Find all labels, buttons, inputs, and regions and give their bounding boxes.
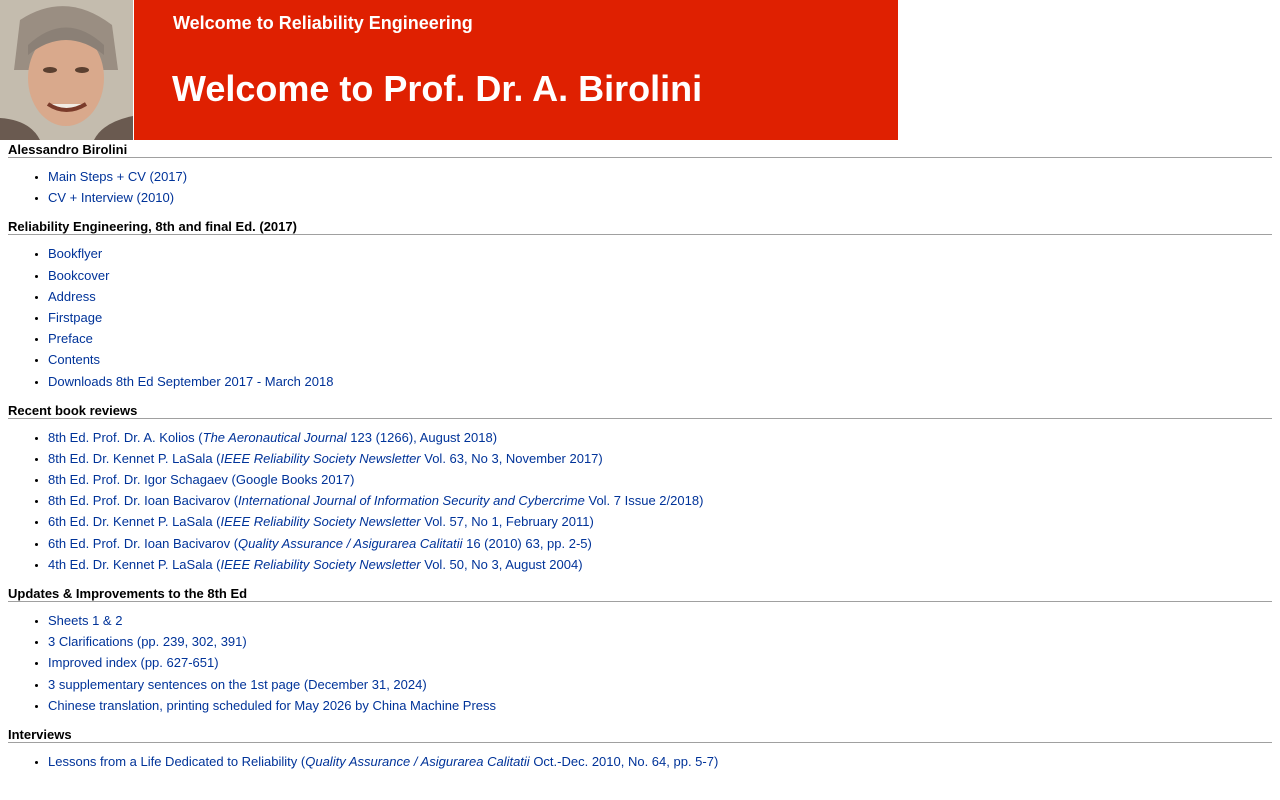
review-link-schagaev[interactable]: 8th Ed. Prof. Dr. Igor Schagaev (Google … <box>48 472 354 487</box>
list-item: 8th Ed. Prof. Dr. Igor Schagaev (Google … <box>48 469 1272 490</box>
page-title: Welcome to Prof. Dr. A. Birolini <box>172 68 703 109</box>
header-subtitle: Welcome to Reliability Engineering <box>173 13 473 33</box>
review-link-bacivarov-2010[interactable]: 6th Ed. Prof. Dr. Ioan Bacivarov (Qualit… <box>48 536 592 551</box>
list-item: 8th Ed. Prof. Dr. A. Kolios (The Aeronau… <box>48 427 1272 448</box>
list-item: 3 Clarifications (pp. 239, 302, 391) <box>48 631 1272 652</box>
review-link-kolios[interactable]: 8th Ed. Prof. Dr. A. Kolios (The Aeronau… <box>48 430 497 445</box>
preface-link[interactable]: Preface <box>48 331 93 346</box>
firstpage-link[interactable]: Firstpage <box>48 310 102 325</box>
list-item: 3 supplementary sentences on the 1st pag… <box>48 674 1272 695</box>
bookcover-link[interactable]: Bookcover <box>48 268 109 283</box>
bookflyer-link[interactable]: Bookflyer <box>48 246 102 261</box>
book-link-list: Bookflyer Bookcover Address Firstpage Pr… <box>8 243 1272 391</box>
review-link-lasala-2017[interactable]: 8th Ed. Dr. Kennet P. LaSala (IEEE Relia… <box>48 451 603 466</box>
list-item: Improved index (pp. 627-651) <box>48 652 1272 673</box>
section-title-interviews: Interviews <box>8 726 1272 743</box>
downloads-link[interactable]: Downloads 8th Ed September 2017 - March … <box>48 374 333 389</box>
section-title-reviews: Recent book reviews <box>8 402 1272 419</box>
page-header: Welcome to Reliability Engineering Welco… <box>0 0 898 140</box>
interviews-link-list: Lessons from a Life Dedicated to Reliabi… <box>8 751 1272 772</box>
list-item: 4th Ed. Dr. Kennet P. LaSala (IEEE Relia… <box>48 554 1272 575</box>
list-item: 8th Ed. Dr. Kennet P. LaSala (IEEE Relia… <box>48 448 1272 469</box>
updates-link-list: Sheets 1 & 2 3 Clarifications (pp. 239, … <box>8 610 1272 716</box>
list-item: 6th Ed. Prof. Dr. Ioan Bacivarov (Qualit… <box>48 533 1272 554</box>
section-title-updates: Updates & Improvements to the 8th Ed <box>8 585 1272 602</box>
section-title-birolini: Alessandro Birolini <box>8 141 1272 158</box>
interview-link[interactable]: Lessons from a Life Dedicated to Reliabi… <box>48 754 718 769</box>
review-link-lasala-2004[interactable]: 4th Ed. Dr. Kennet P. LaSala (IEEE Relia… <box>48 557 583 572</box>
sheets-link[interactable]: Sheets 1 & 2 <box>48 613 122 628</box>
list-item: Firstpage <box>48 307 1272 328</box>
list-item: 6th Ed. Dr. Kennet P. LaSala (IEEE Relia… <box>48 511 1272 532</box>
portrait-image <box>0 0 133 140</box>
header-banner: Welcome to Reliability Engineering Welco… <box>134 0 898 140</box>
improved-index-link[interactable]: Improved index (pp. 627-651) <box>48 655 219 670</box>
portrait-photo <box>0 0 133 140</box>
list-item: Preface <box>48 328 1272 349</box>
list-item: Main Steps + CV (2017) <box>48 166 1272 187</box>
list-item: Sheets 1 & 2 <box>48 610 1272 631</box>
contents-link[interactable]: Contents <box>48 352 100 367</box>
reviews-link-list: 8th Ed. Prof. Dr. A. Kolios (The Aeronau… <box>8 427 1272 575</box>
chinese-translation-link[interactable]: Chinese translation, printing scheduled … <box>48 698 496 713</box>
list-item: Lessons from a Life Dedicated to Reliabi… <box>48 751 1272 772</box>
main-content: Alessandro Birolini Main Steps + CV (201… <box>8 141 1272 772</box>
list-item: 8th Ed. Prof. Dr. Ioan Bacivarov (Intern… <box>48 490 1272 511</box>
review-link-lasala-2011[interactable]: 6th Ed. Dr. Kennet P. LaSala (IEEE Relia… <box>48 514 594 529</box>
review-link-bacivarov-2018[interactable]: 8th Ed. Prof. Dr. Ioan Bacivarov (Intern… <box>48 493 703 508</box>
list-item: Contents <box>48 349 1272 370</box>
section-title-book: Reliability Engineering, 8th and final E… <box>8 218 1272 236</box>
clarifications-link[interactable]: 3 Clarifications (pp. 239, 302, 391) <box>48 634 247 649</box>
cv-link-list: Main Steps + CV (2017) CV + Interview (2… <box>8 166 1272 208</box>
list-item: Downloads 8th Ed September 2017 - March … <box>48 371 1272 392</box>
list-item: CV + Interview (2010) <box>48 187 1272 208</box>
main-steps-cv-link[interactable]: Main Steps + CV (2017) <box>48 169 187 184</box>
address-link[interactable]: Address <box>48 289 96 304</box>
list-item: Bookcover <box>48 265 1272 286</box>
cv-interview-link[interactable]: CV + Interview (2010) <box>48 190 174 205</box>
list-item: Chinese translation, printing scheduled … <box>48 695 1272 716</box>
supplementary-sentences-link[interactable]: 3 supplementary sentences on the 1st pag… <box>48 677 427 692</box>
list-item: Bookflyer <box>48 243 1272 264</box>
list-item: Address <box>48 286 1272 307</box>
